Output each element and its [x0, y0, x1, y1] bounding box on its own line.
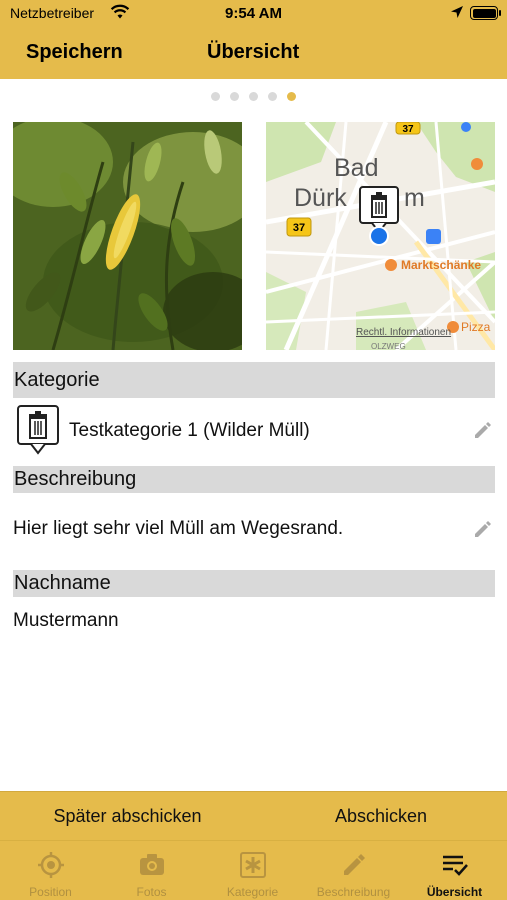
cafe-poi-icon	[471, 158, 483, 170]
description-header: Beschreibung	[13, 466, 495, 493]
page-title: Übersicht	[207, 41, 300, 63]
report-photo[interactable]	[13, 122, 242, 350]
tab-kategorie-label: Kategorie	[226, 885, 279, 899]
location-map[interactable]: 37 37 Bad Dürk m Marktschänke Pizza Rech…	[266, 122, 495, 350]
tab-position-label: Position	[29, 885, 72, 899]
restaurant-poi-icon	[385, 259, 397, 271]
tab-bar: Position Fotos Kategorie Beschreibung Üb…	[0, 840, 507, 900]
map-legal-link: Rechtl. Informationen	[356, 327, 451, 338]
transit-poi-icon	[461, 122, 471, 132]
map-poi-pizza: Pizza	[461, 320, 491, 334]
map-street-label: OLZWEG	[371, 342, 406, 350]
location-arrow-icon	[451, 6, 463, 18]
map-canvas: 37 37 Bad Dürk m Marktschänke Pizza Rech…	[266, 122, 495, 350]
lastname-value: Mustermann	[13, 610, 119, 631]
current-location-dot	[371, 228, 387, 244]
page-dot-5[interactable]	[287, 92, 296, 101]
status-bar: Netzbetreiber 9:54 AM	[0, 0, 507, 28]
battery-tip	[499, 10, 501, 16]
plant-photo-image	[13, 122, 242, 350]
checklist-icon	[443, 855, 468, 876]
map-poi-market: Marktschänke	[401, 258, 481, 272]
send-later-button[interactable]: Später abschicken	[0, 806, 255, 827]
map-city-label-1: Bad	[334, 154, 378, 182]
edit-category-pencil-icon[interactable]	[472, 419, 494, 441]
tab-uebersicht-label: Übersicht	[426, 885, 483, 899]
action-bar: Später abschicken Abschicken	[0, 791, 507, 840]
lastname-header: Nachname	[13, 570, 495, 597]
bus-stop-icon	[426, 229, 441, 244]
tab-fotos-label: Fotos	[136, 885, 167, 899]
road-37-top-badge: 37	[395, 122, 421, 135]
tab-kategorie[interactable]: Kategorie	[202, 841, 303, 900]
svg-text:37: 37	[293, 222, 305, 234]
tab-fotos[interactable]: Fotos	[101, 841, 202, 900]
battery-icon	[470, 6, 498, 20]
tab-position[interactable]: Position	[0, 841, 101, 900]
page-indicator[interactable]	[0, 92, 507, 104]
pencil-icon	[344, 854, 365, 875]
save-button[interactable]: Speichern	[26, 41, 123, 64]
category-value: Testkategorie 1 (Wilder Müll)	[69, 420, 310, 441]
road-37-badge: 37	[286, 217, 312, 237]
svg-text:37: 37	[402, 124, 414, 135]
tab-beschreibung-label: Beschreibung	[316, 885, 391, 899]
status-time: 9:54 AM	[225, 5, 282, 22]
page-dot-3[interactable]	[249, 92, 258, 101]
map-city-label-3: m	[404, 184, 425, 212]
tab-beschreibung[interactable]: Beschreibung	[303, 841, 404, 900]
page-dot-2[interactable]	[230, 92, 239, 101]
edit-description-pencil-icon[interactable]	[472, 518, 494, 540]
page-dot-1[interactable]	[211, 92, 220, 101]
target-icon	[38, 852, 64, 878]
navigation-bar: Speichern Übersicht	[0, 28, 507, 79]
description-value: Hier liegt sehr viel Müll am Wegesrand.	[13, 518, 344, 539]
page-dot-4[interactable]	[268, 92, 277, 101]
asterisk-icon	[240, 852, 266, 878]
map-city-label-2: Dürk	[294, 184, 347, 212]
trash-category-icon	[17, 405, 59, 455]
tab-uebersicht[interactable]: Übersicht	[404, 841, 505, 900]
send-button[interactable]: Abschicken	[255, 806, 507, 827]
category-header: Kategorie	[13, 362, 495, 398]
camera-icon	[140, 854, 164, 875]
